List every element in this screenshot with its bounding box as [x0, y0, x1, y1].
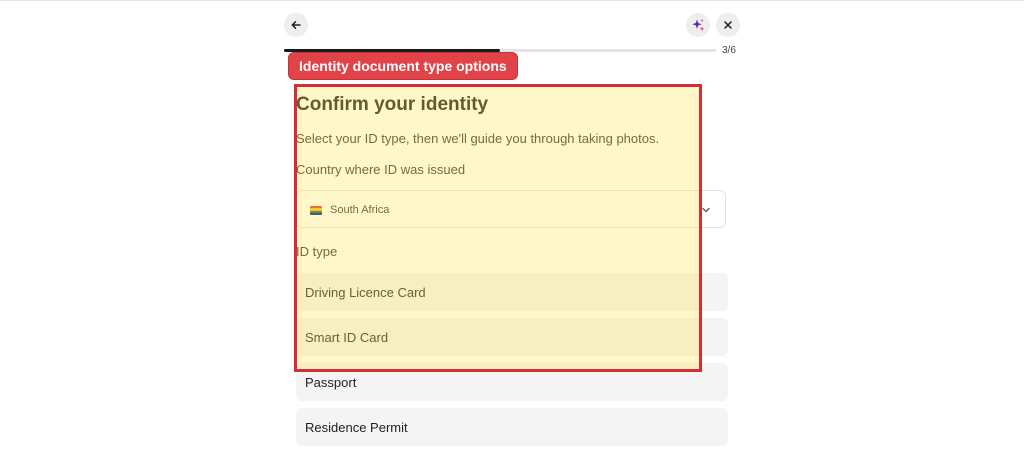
- close-button[interactable]: [716, 13, 740, 37]
- country-label: Country where ID was issued: [296, 162, 466, 177]
- country-select[interactable]: South Africa: [296, 190, 726, 228]
- chevron-down-icon: [702, 207, 710, 213]
- country-value: South Africa: [330, 204, 390, 216]
- south-africa-flag-icon: [310, 206, 322, 215]
- id-option-passport[interactable]: Passport: [296, 363, 728, 401]
- close-icon: [724, 21, 732, 29]
- id-option-smart-id[interactable]: Smart ID Card: [296, 318, 728, 356]
- ai-assistant-button[interactable]: [686, 13, 710, 37]
- progress-step-counter: 3/6: [722, 45, 736, 56]
- id-option-residence-permit[interactable]: Residence Permit: [296, 408, 728, 446]
- top-divider: [0, 0, 1024, 1]
- id-option-label: Residence Permit: [305, 420, 408, 435]
- arrow-left-icon: [291, 21, 301, 29]
- id-option-label: Driving Licence Card: [305, 285, 426, 300]
- page-title: Confirm your identity: [296, 94, 489, 115]
- id-option-label: Smart ID Card: [305, 330, 389, 345]
- id-option-driving-licence[interactable]: Driving Licence Card: [296, 273, 728, 311]
- annotation-label: Identity document type options: [288, 52, 518, 80]
- id-type-label: ID type: [296, 244, 338, 259]
- id-option-label: Passport: [305, 375, 357, 390]
- page-subtitle: Select your ID type, then we'll guide yo…: [296, 131, 660, 146]
- sparkle-icon: [692, 19, 705, 32]
- back-button[interactable]: [284, 13, 308, 37]
